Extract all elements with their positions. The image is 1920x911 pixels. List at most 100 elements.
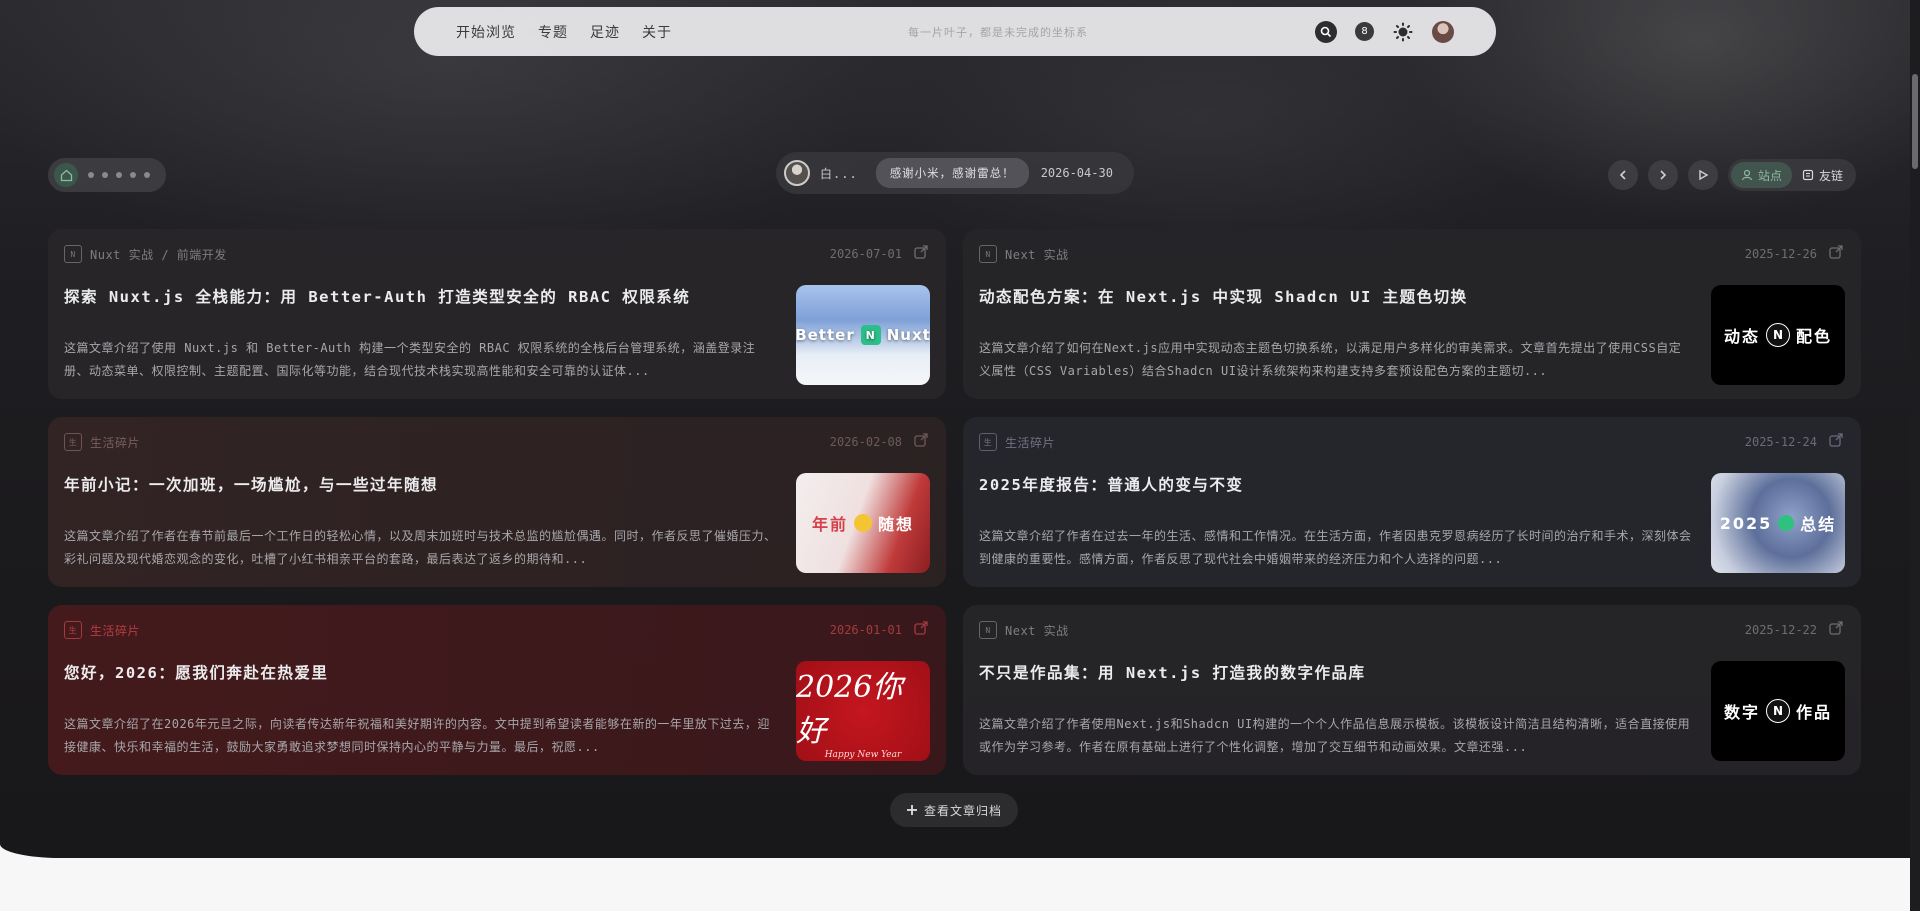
prev-button[interactable] (1607, 160, 1638, 190)
card-category[interactable]: N Next 实战 (979, 245, 1069, 263)
card-category-label: Next 实战 (1005, 623, 1069, 638)
carousel-indicator (48, 158, 166, 192)
card-description: 这篇文章介绍了在2026年元旦之际，向读者传达新年祝福和美好期许的内容。文中提到… (64, 717, 770, 754)
thumb-left-text: Better (796, 326, 855, 344)
tab-site[interactable]: 站点 (1730, 162, 1792, 188)
chevron-right-icon (1660, 170, 1667, 180)
search-button[interactable] (1315, 20, 1337, 43)
card-category[interactable]: N Next 实战 (979, 621, 1069, 639)
card-date: 2026-07-01 (829, 247, 902, 261)
article-card[interactable]: 生 生活碎片 2026-02-08 年前小记：一次加班，一场尴尬，与一些过年随想… (48, 417, 946, 587)
nextjs-logo-icon: N (1766, 699, 1790, 723)
moment-message: 感谢小米，感谢雷总！ (875, 158, 1029, 188)
thumb-right-text: 随想 (878, 515, 915, 534)
sun-icon (1393, 22, 1413, 41)
thumb-left-text: 2025 (1719, 513, 1773, 533)
carousel-dot[interactable] (88, 172, 94, 178)
external-link-icon[interactable] (1827, 243, 1845, 261)
carousel-dot[interactable] (102, 172, 108, 178)
tab-site-label: 站点 (1757, 168, 1782, 183)
thumb-left-text: 2026你好 (796, 670, 903, 749)
card-title[interactable]: 不只是作品集：用 Next.js 打造我的数字作品库 (979, 661, 1679, 683)
category-icon: 生 (64, 433, 82, 451)
card-title[interactable]: 年前小记：一次加班，一场尴尬，与一些过年随想 (64, 473, 764, 495)
card-description: 这篇文章介绍了作者使用Next.js和Shadcn UI构建的一个个人作品信息展… (979, 717, 1691, 754)
card-title[interactable]: 您好，2026：愿我们奔赴在热爱里 (64, 661, 764, 683)
external-link-icon[interactable] (1827, 619, 1845, 637)
card-description: 这篇文章介绍了作者在春节前最后一个工作日的轻松心情，以及周末加班时与技术总监的尴… (64, 529, 777, 566)
external-link-icon[interactable] (912, 243, 930, 261)
carousel-dot[interactable] (144, 172, 150, 178)
top-navbar: 开始浏览 专题 足迹 关于 每一片叶子，都是未完成的坐标系 8 (414, 7, 1496, 56)
right-toolbar: 站点 友链 (1607, 159, 1856, 191)
card-description: 这篇文章介绍了使用 Nuxt.js 和 Better-Auth 构建一个类型安全… (64, 341, 756, 378)
nextjs-logo-icon: N (1766, 323, 1790, 347)
nav-actions: 8 (1315, 7, 1454, 56)
user-icon (1741, 169, 1753, 181)
notification-badge[interactable]: 8 (1355, 22, 1374, 41)
card-category[interactable]: 生 生活碎片 (979, 433, 1055, 451)
article-card[interactable]: N Nuxt 实战 / 前端开发 2026-07-01 探索 Nuxt.js 全… (48, 229, 946, 399)
card-title[interactable]: 动态配色方案：在 Next.js 中实现 Shadcn UI 主题色切换 (979, 285, 1679, 307)
nav-link-footprints[interactable]: 足迹 (590, 22, 620, 42)
speaker-avatar (784, 160, 810, 186)
article-card[interactable]: 生 生活碎片 2025-12-24 2025年度报告：普通人的变与不变 这篇文章… (963, 417, 1861, 587)
thumb-left-text: 数字 (1723, 703, 1760, 722)
next-button[interactable] (1647, 160, 1678, 190)
thumb-right-text: 作品 (1796, 703, 1833, 722)
card-date: 2025-12-22 (1744, 623, 1817, 637)
smile-emoji-icon (854, 514, 872, 532)
card-date: 2026-01-01 (829, 623, 902, 637)
carousel-dot[interactable] (130, 172, 136, 178)
card-category[interactable]: 生 生活碎片 (64, 621, 140, 639)
page-scrollbar[interactable] (1910, 0, 1920, 911)
tab-links-label: 友链 (1818, 168, 1843, 183)
card-thumbnail[interactable]: Better N Nuxt (796, 285, 930, 385)
category-icon: N (64, 245, 82, 263)
carousel-dot[interactable] (116, 172, 122, 178)
card-title[interactable]: 探索 Nuxt.js 全栈能力：用 Better-Auth 打造类型安全的 RB… (64, 285, 764, 307)
tab-links[interactable]: 友链 (1792, 162, 1853, 188)
nuxt-logo-icon: N (860, 325, 881, 345)
nav-link-topics[interactable]: 专题 (538, 22, 568, 42)
article-card[interactable]: N Next 实战 2025-12-22 不只是作品集：用 Next.js 打造… (963, 605, 1861, 775)
card-description: 这篇文章介绍了如何在Next.js应用中实现动态主题色切换系统，以满足用户多样化… (979, 341, 1682, 378)
view-archive-button[interactable]: 查看文章归档 (890, 793, 1018, 827)
theme-toggle-button[interactable] (1392, 21, 1414, 43)
play-icon (1699, 169, 1709, 181)
nav-link-browse[interactable]: 开始浏览 (456, 22, 516, 42)
article-card[interactable]: 生 生活碎片 2026-01-01 您好，2026：愿我们奔赴在热爱里 这篇文章… (48, 605, 946, 775)
thumb-right-text: Happy New Year (824, 750, 902, 760)
card-date: 2025-12-24 (1744, 435, 1817, 449)
play-button[interactable] (1687, 160, 1718, 190)
category-icon: 生 (64, 621, 82, 639)
chevron-left-icon (1619, 170, 1626, 180)
card-thumbnail[interactable]: 2025 总结 (1711, 473, 1845, 573)
site-link-switch: 站点 友链 (1727, 159, 1856, 191)
home-button[interactable] (54, 163, 78, 187)
card-thumbnail[interactable]: 数字 N 作品 (1711, 661, 1845, 761)
card-thumbnail[interactable]: 年前 随想 (796, 473, 930, 573)
nav-links: 开始浏览 专题 足迹 关于 (456, 22, 672, 42)
card-title[interactable]: 2025年度报告：普通人的变与不变 (979, 473, 1679, 495)
nav-link-about[interactable]: 关于 (642, 22, 672, 42)
external-link-icon[interactable] (1827, 431, 1845, 449)
category-icon: N (979, 621, 997, 639)
external-link-icon[interactable] (912, 619, 930, 637)
card-thumbnail[interactable]: 动态 N 配色 (1711, 285, 1845, 385)
category-icon: N (979, 245, 997, 263)
card-date: 2025-12-26 (1744, 247, 1817, 261)
thumb-left-text: 动态 (1723, 327, 1760, 346)
view-archive-label: 查看文章归档 (923, 803, 1002, 818)
scrollbar-thumb[interactable] (1912, 74, 1918, 169)
latest-moment-pill[interactable]: 白... 感谢小米，感谢雷总！ 2026-04-30 (776, 152, 1134, 194)
card-description: 这篇文章介绍了作者在过去一年的生活、感情和工作情况。在生活方面，作者因患克罗恩病… (979, 529, 1692, 566)
card-category[interactable]: 生 生活碎片 (64, 433, 140, 451)
card-category[interactable]: N Nuxt 实战 / 前端开发 (64, 245, 227, 263)
search-placeholder-text[interactable]: 每一片叶子，都是未完成的坐标系 (868, 7, 1128, 56)
user-avatar[interactable] (1432, 20, 1454, 43)
card-thumbnail[interactable]: 2026你好 Happy New Year (796, 661, 930, 761)
search-icon (1320, 26, 1332, 37)
article-card[interactable]: N Next 实战 2025-12-26 动态配色方案：在 Next.js 中实… (963, 229, 1861, 399)
external-link-icon[interactable] (912, 431, 930, 449)
